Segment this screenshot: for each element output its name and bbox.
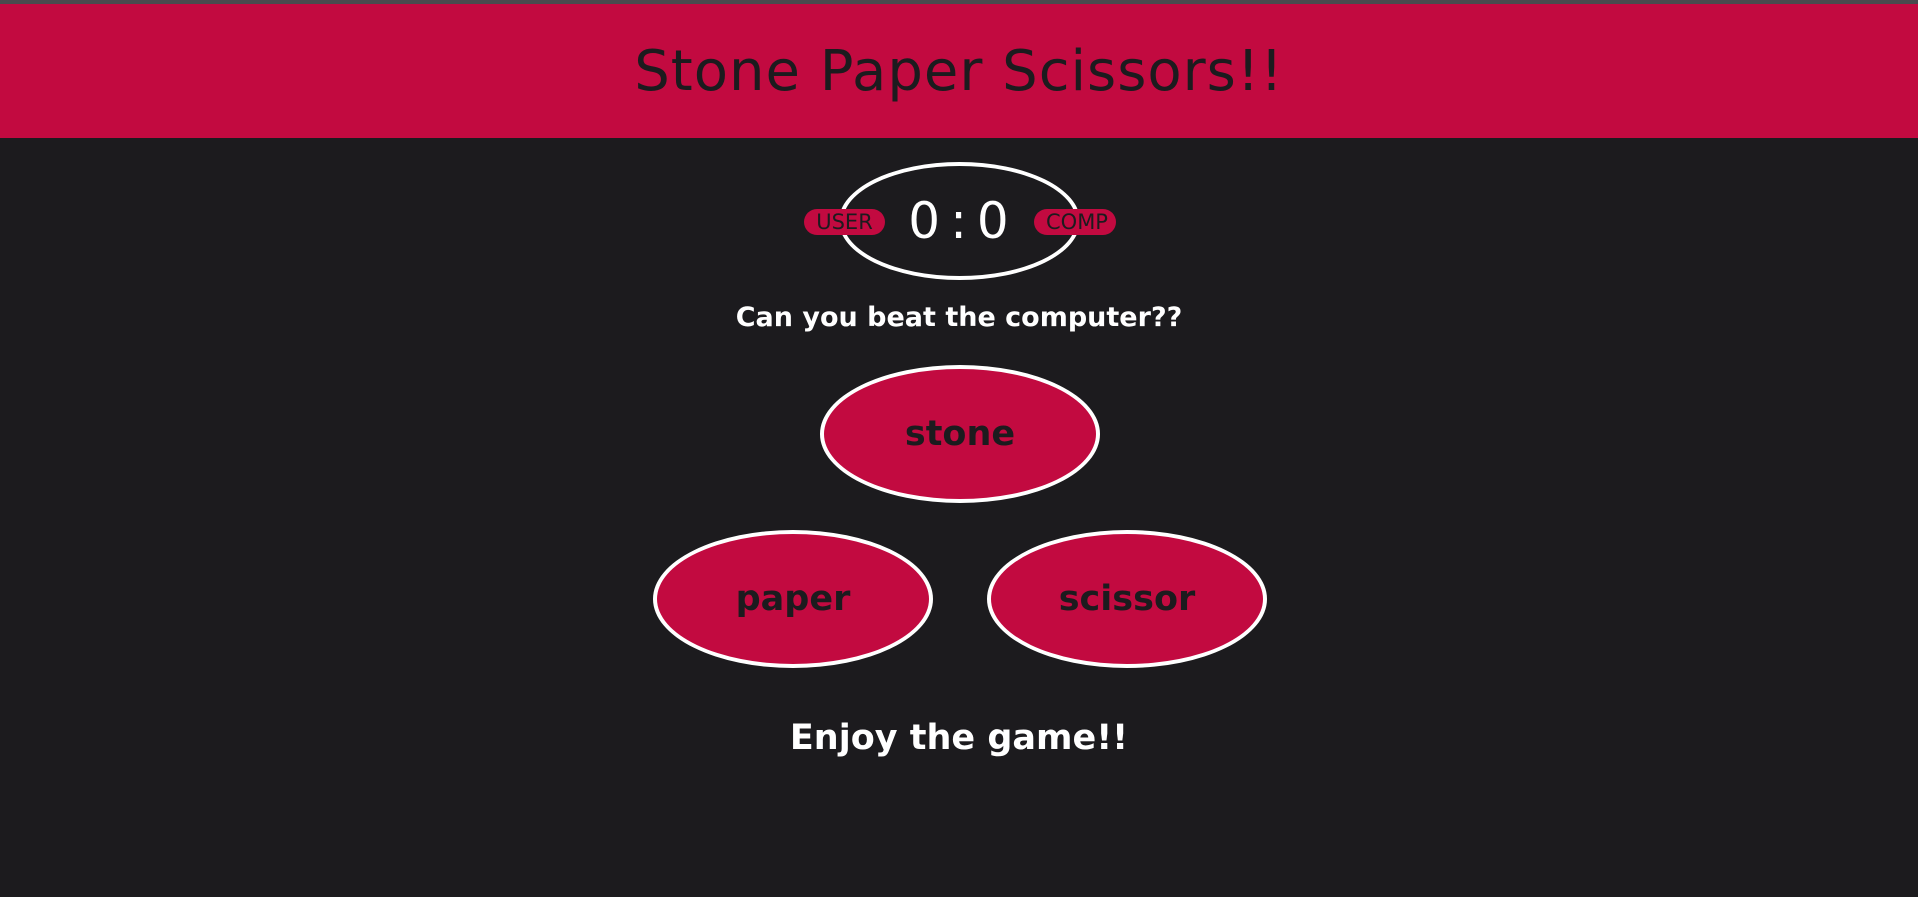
footer-message: Enjoy the game!! [789, 718, 1129, 758]
page-header: Stone Paper Scissors!! [0, 4, 1918, 138]
paper-button[interactable]: paper [653, 530, 933, 668]
scissor-label: scissor [1058, 579, 1196, 619]
score-separator: : [950, 192, 969, 250]
stone-label: stone [904, 414, 1016, 454]
score-display: 0 : 0 [908, 192, 1010, 250]
scissor-button[interactable]: scissor [987, 530, 1267, 668]
paper-label: paper [735, 579, 851, 619]
comp-score: 0 [976, 192, 1011, 250]
user-badge: USER [804, 209, 885, 235]
comp-badge: COMP [1034, 209, 1116, 235]
game-prompt: Can you beat the computer?? [735, 302, 1183, 333]
user-score: 0 [908, 192, 943, 250]
stone-button[interactable]: stone [820, 365, 1100, 503]
page-title: Stone Paper Scissors!! [634, 38, 1284, 104]
